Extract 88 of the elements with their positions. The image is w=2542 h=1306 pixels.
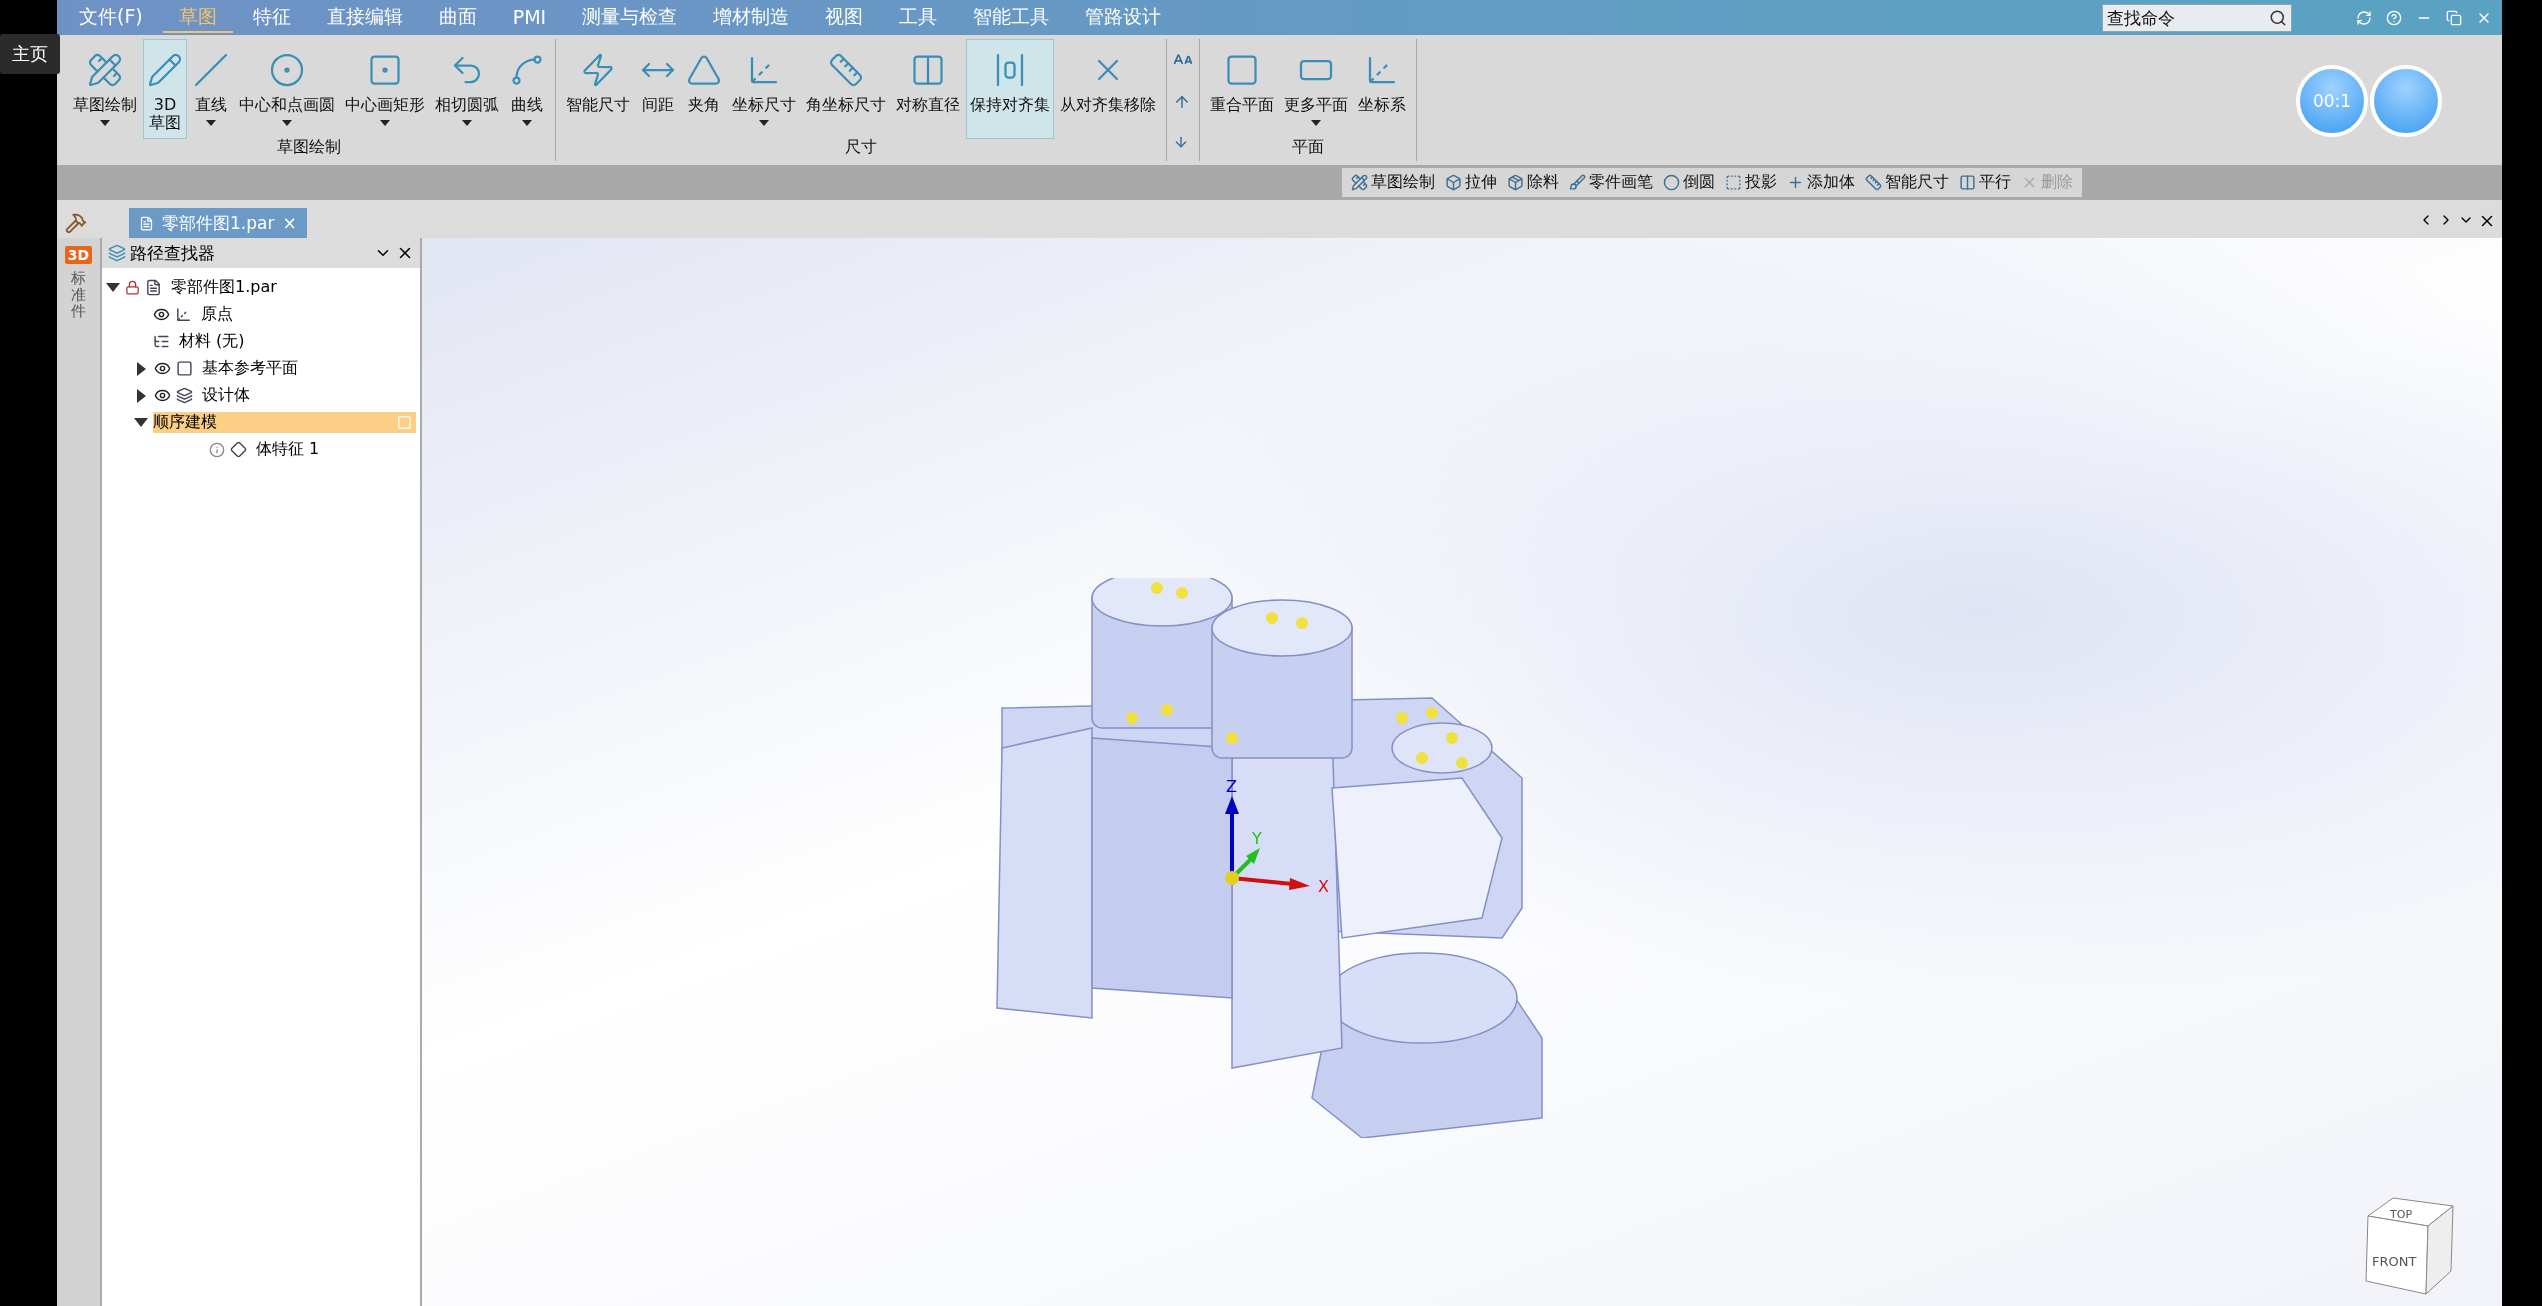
ribbon-button[interactable]: 曲线 — [505, 39, 549, 139]
group-title: 尺寸 — [844, 137, 878, 158]
brush-icon — [1569, 174, 1586, 191]
origin-point — [1225, 871, 1239, 885]
axis-label: X — [1318, 877, 1329, 896]
document-icon — [145, 279, 162, 296]
toolbar-button[interactable]: 平行 — [1956, 172, 2014, 193]
box-icon — [1445, 174, 1462, 191]
cube-face-label[interactable]: TOP — [2390, 1208, 2412, 1221]
ribbon-button[interactable]: 对称直径 — [892, 39, 964, 139]
ribbon-button[interactable]: 夹角 — [682, 39, 726, 139]
ribbon-button[interactable]: 从对齐集移除 — [1056, 39, 1160, 139]
eye-icon[interactable] — [154, 387, 171, 404]
view-cube[interactable] — [2365, 1197, 2454, 1295]
sync-icon[interactable] — [2356, 9, 2372, 26]
tree-item[interactable]: 设计体 — [198, 385, 254, 406]
lightning-dimension-icon — [580, 52, 616, 88]
toolbar-button[interactable]: 投影 — [1722, 172, 1780, 193]
ruler-icon — [1865, 174, 1882, 191]
toolbar-button[interactable]: 智能尺寸 — [1862, 172, 1952, 193]
ribbon-button[interactable]: 中心画矩形 — [341, 39, 429, 139]
panel-title: 路径查找器 — [130, 241, 216, 265]
ribbon-button[interactable]: 坐标系 — [1354, 39, 1410, 139]
panel-icon — [108, 244, 126, 262]
side-tab-label[interactable]: 标准件 — [71, 270, 86, 320]
tree-item[interactable]: 顺序建模 — [153, 412, 416, 433]
ribbon-button[interactable]: 重合平面 — [1206, 39, 1278, 139]
tree-item[interactable]: 原点 — [197, 304, 237, 325]
ribbon-button[interactable]: 保持对齐集 — [966, 39, 1054, 139]
plus-icon — [1787, 174, 1804, 191]
rectangle-icon — [367, 52, 403, 88]
checkbox-icon — [397, 415, 412, 430]
box-icon — [1507, 174, 1524, 191]
circle-icon — [1663, 174, 1680, 191]
collapse-arrow-icon[interactable] — [137, 388, 146, 403]
plane-icon — [176, 360, 193, 377]
dashed-square-icon — [1725, 174, 1742, 191]
toolbar-button[interactable]: 除料 — [1504, 172, 1562, 193]
ribbon-button[interactable]: 草图绘制 — [69, 39, 141, 139]
ribbon-button[interactable]: 更多平面 — [1280, 39, 1352, 139]
tree-item[interactable]: 基本参考平面 — [198, 358, 302, 379]
search-field[interactable]: 查找命令 — [2102, 3, 2292, 32]
eye-icon[interactable] — [154, 360, 171, 377]
toolbar-button[interactable]: 添加体 — [1784, 172, 1858, 193]
line-icon — [193, 52, 229, 88]
home-tooltip: 主页 — [0, 34, 60, 74]
group-title: 草图绘制 — [276, 137, 342, 158]
list-icon — [153, 333, 170, 350]
toolbar-button[interactable]: 零件画笔 — [1566, 172, 1656, 193]
ribbon-button[interactable]: 智能尺寸 — [562, 39, 634, 139]
curve-icon — [509, 52, 545, 88]
expand-arrow-icon[interactable] — [106, 283, 120, 292]
diamond-icon — [230, 441, 247, 458]
toolbar-button[interactable]: 倒圆 — [1660, 172, 1718, 193]
ribbon-button[interactable]: 直线 — [189, 39, 233, 139]
ribbon-button[interactable]: 中心和点画圆 — [235, 39, 339, 139]
info-icon — [209, 441, 225, 458]
lock-icon — [125, 280, 140, 295]
pencil-icon — [147, 52, 183, 88]
ribbon-button[interactable]: 3D 草图 — [143, 39, 187, 139]
document-icon — [139, 215, 154, 231]
layers-icon — [176, 387, 193, 404]
ribbon-button[interactable]: 角坐标尺寸 — [802, 39, 890, 139]
axis-label: Y — [1252, 829, 1262, 848]
increase-size-icon[interactable] — [1173, 93, 1191, 111]
axis-label: Z — [1226, 778, 1237, 796]
toolbar-button[interactable]: 草图绘制 — [1348, 172, 1438, 193]
hammer-icon[interactable] — [65, 212, 87, 234]
restore-icon[interactable] — [2446, 9, 2462, 26]
cube-face-label[interactable]: FRONT — [2372, 1254, 2417, 1269]
sketch-icon — [1351, 174, 1368, 191]
axes-icon — [175, 306, 192, 323]
group-title: 平面 — [1291, 137, 1325, 158]
ribbon-button[interactable]: 相切圆弧 — [431, 39, 503, 139]
ribbon-button[interactable]: 间距 — [636, 39, 680, 139]
help-icon[interactable] — [2386, 9, 2402, 26]
tab-title: 零部件图1.par — [162, 211, 275, 235]
plane-icon — [1224, 52, 1260, 88]
tree-item[interactable]: 材料 (无) — [175, 331, 249, 352]
tree-item[interactable]: 零部件图1.par — [167, 277, 281, 298]
tree-item[interactable]: 体特征 1 — [252, 439, 324, 460]
circle-icon — [269, 52, 305, 88]
search-icon[interactable] — [2269, 8, 2287, 27]
collapse-arrow-icon[interactable] — [137, 361, 146, 376]
toolbar-button[interactable]: 拉伸 — [1442, 172, 1500, 193]
ribbon-button[interactable]: 坐标尺寸 — [728, 39, 800, 139]
eye-icon[interactable] — [153, 306, 170, 323]
sketch-pencil-icon — [87, 52, 123, 88]
